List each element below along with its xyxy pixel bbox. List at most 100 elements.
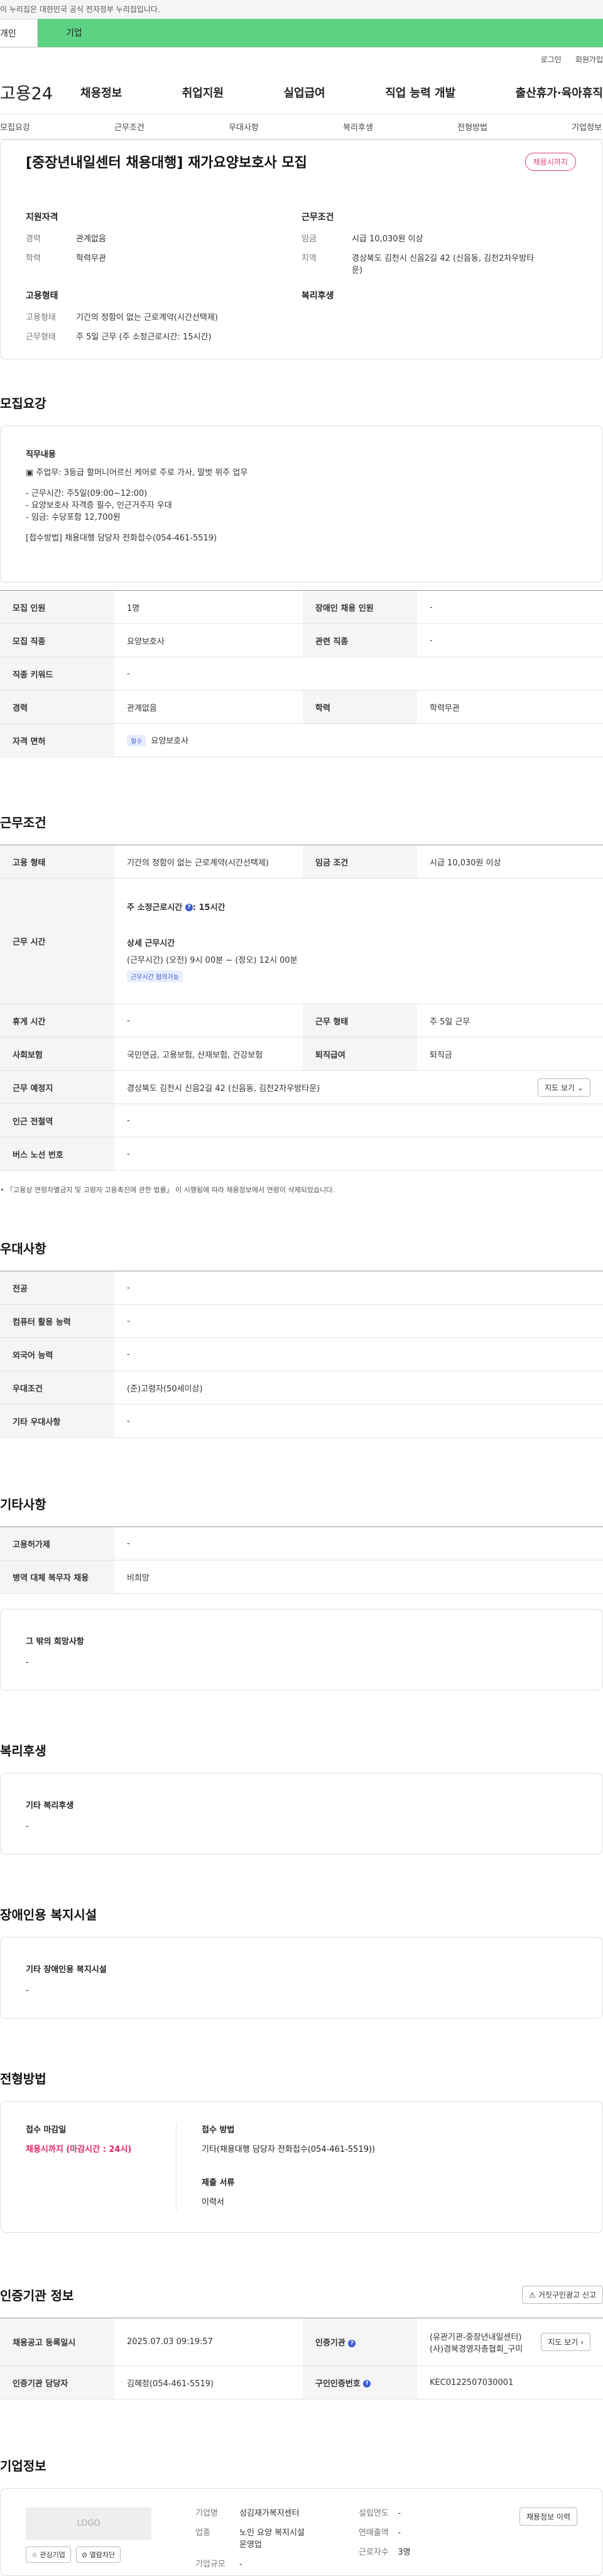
block-view-button[interactable]: ⊘ 열람차단	[75, 2546, 121, 2563]
cond-wage-value: 시급 10,030원 이상	[352, 234, 423, 244]
gnb-item-vocational-training[interactable]: 직업 능력 개발	[385, 84, 455, 101]
facility-box: 기타 장애인용 복지시설 -	[0, 1937, 603, 2019]
gnb-item-unemployment-benefit[interactable]: 실업급여	[284, 84, 325, 101]
table-cell: 학력무관	[417, 690, 603, 724]
cert-map-button[interactable]: 지도 보기 ›	[541, 2333, 590, 2351]
company-logo-col: LOGO ☆ 관심기업 ⊘ 열람차단	[26, 2507, 164, 2563]
duty-line: - 요양보호사 자격증 필수, 인근거주자 우대	[26, 501, 172, 510]
table-header: 임금 조건	[303, 845, 417, 879]
emp-type-label: 고용형태	[26, 313, 56, 322]
section-anchor-nav: 모집요강 근무조건 우대사항 복리후생 전형방법 기업정보	[0, 114, 603, 140]
table-cell: 주 5일 근무	[417, 1004, 603, 1038]
conditions-heading: 근무조건	[302, 212, 334, 222]
cert-section: 인증기관 정보 ⚠ 거짓구인광고 신고 채용공고 등록일시 2025.07.03…	[0, 2233, 603, 2399]
weekly-hours-value: : 15시간	[192, 902, 225, 913]
table-row: 인증기관 담당자 김혜정(054-461-5519) 구인인증번호 ? KEC0…	[0, 2365, 603, 2399]
etc-table: 고용허가제 - 병역 대체 복무자 채용 비희망	[0, 1526, 603, 1594]
company-scale-label: 기업규모	[195, 2560, 225, 2569]
join-link[interactable]: 회원가입	[575, 54, 603, 65]
docs-value: 이력서	[202, 2198, 224, 2207]
company-workers-label: 근로자수	[359, 2548, 389, 2557]
map-view-button[interactable]: 지도 보기 ⌄	[538, 1078, 590, 1097]
info-icon[interactable]: ?	[363, 2380, 371, 2387]
table-row: 휴게 시간 - 근무 형태 주 5일 근무	[0, 1004, 603, 1038]
table-header: 외국어 능력	[0, 1337, 114, 1371]
cert-org-label: 인증기관	[315, 2338, 345, 2348]
report-fake-ad-button[interactable]: ⚠ 거짓구인광고 신고	[522, 2286, 603, 2304]
duty-line: - 임금: 수당포함 12,700원	[26, 513, 121, 522]
table-row: 직종 키워드 -	[0, 657, 603, 691]
table-cell: -	[114, 1271, 603, 1305]
info-icon[interactable]: ?	[348, 2339, 356, 2347]
anchor-recruit[interactable]: 모집요강	[0, 121, 30, 133]
duty-gap	[26, 479, 577, 488]
duty-gap	[26, 523, 577, 532]
welfare-box: 기타 복리후생 -	[0, 1773, 603, 1855]
table-row: 근무 시간 주 소정근로시간 ?: 15시간 상세 근무시간 (근무시간) (오…	[0, 878, 603, 1004]
table-row: 외국어 능력 -	[0, 1337, 603, 1371]
prefer-section: 우대사항 전공 - 컴퓨터 활용 능력 - 외국어 능력 - 우대조건 (준)고령자(5…	[0, 1195, 603, 1438]
anchor-prefer[interactable]: 우대사항	[229, 121, 259, 133]
table-row: 고용허가제 -	[0, 1526, 603, 1560]
table-cell: (준)고령자(50세이상)	[114, 1371, 603, 1405]
qual-edu-label: 학력	[26, 254, 41, 263]
table-cell: 김혜정(054-461-5519)	[114, 2365, 303, 2399]
chevron-down-icon: ⌄	[577, 1083, 584, 1092]
company-industry-label: 업종	[195, 2528, 210, 2538]
table-header: 퇴직급여	[303, 1037, 417, 1071]
cert-title: 인증기관 정보	[0, 2288, 74, 2303]
table-header: 장애인 채용 인원	[303, 590, 417, 624]
site-logo[interactable]: 고용24	[0, 80, 75, 104]
welfare-heading: 복리후생	[302, 291, 334, 301]
hope-box: 그 밖의 희망사항 -	[0, 1609, 603, 1691]
anchor-welfare[interactable]: 복리후생	[343, 121, 373, 133]
age-law-note: • 「고용상 연령차별금지 및 고령자 고용촉진에 관한 법률」 이 시행됨에 …	[0, 1186, 335, 1194]
favorite-label: 관심기업	[40, 2551, 65, 2559]
emp-type-value: 기간의 정함이 없는 근로계약(시간선택제)	[76, 313, 218, 322]
table-row: 자격 면허 필수 요양보호사	[0, 723, 603, 757]
tab-personal[interactable]: 개인	[0, 19, 38, 47]
anchor-process[interactable]: 전형방법	[457, 121, 487, 133]
weekly-hours-label: 주 소정근로시간	[127, 902, 183, 913]
company-info-col1: 기업명 성김재가복지센터 업종 노인 요양 복지시설 운영업 기업규모 -	[164, 2507, 315, 2569]
process-title: 전형방법	[0, 2071, 46, 2086]
utility-nav: 로그인 회원가입	[0, 48, 603, 70]
company-box: LOGO ☆ 관심기업 ⊘ 열람차단 기업명 성김재가복지센터 업종 노인 요양 복…	[0, 2488, 603, 2576]
workplace-address: 경상북도 김천시 신음2길 42 (신음동, 김천2차우방타운)	[127, 1083, 320, 1093]
table-cell: 경상북도 김천시 신음2길 42 (신음동, 김천2차우방타운) 지도 보기 ⌄	[114, 1070, 603, 1104]
table-cell: 비희망	[114, 1560, 603, 1594]
table-row: 채용공고 등록일시 2025.07.03 09:19:57 인증기관 ? (유관…	[0, 2318, 603, 2366]
login-link[interactable]: 로그인	[541, 54, 562, 65]
table-row: 전공 -	[0, 1271, 603, 1305]
gnb-item-parental-leave[interactable]: 출산휴가·육아휴직	[516, 84, 603, 101]
required-tag: 필수	[127, 735, 146, 747]
duty-line: ▣ 주업무: 3등급 할머니어르신 케어로 주로 가사, 말벗 위주 업무	[26, 468, 248, 478]
anchor-work[interactable]: 근무조건	[114, 121, 144, 133]
info-icon[interactable]: ?	[185, 904, 193, 911]
table-cell: -	[114, 1137, 603, 1171]
hope-value: -	[26, 1658, 29, 1667]
cert-map-label: 지도 보기	[548, 2338, 579, 2347]
table-cell: 주 소정근로시간 ?: 15시간 상세 근무시간 (근무시간) (오전) 9시 …	[114, 878, 603, 1004]
hiring-history-button[interactable]: 채용정보 이력	[519, 2507, 577, 2526]
table-header: 기타 우대사항	[0, 1404, 114, 1438]
prefer-title: 우대사항	[0, 1241, 46, 1256]
table-row: 컴퓨터 활용 능력 -	[0, 1304, 603, 1338]
company-scale: -	[239, 2560, 242, 2569]
alert-icon: ⚠	[529, 2291, 536, 2299]
deadline-badge: 채용시까지	[524, 153, 576, 171]
table-header: 구인인증번호 ?	[303, 2365, 417, 2399]
duty-box: 직무내용 ▣ 주업무: 3등급 할머니어르신 케어로 주로 가사, 말벗 위주 …	[0, 425, 603, 583]
table-cell: -	[114, 1304, 603, 1338]
table-cell: -	[114, 1004, 303, 1038]
gnb-item-jobs[interactable]: 채용정보	[80, 84, 122, 101]
table-cell: 시급 10,030원 이상	[417, 845, 603, 879]
table-row: 모집 인원 1명 장애인 채용 인원 -	[0, 590, 603, 624]
emp-shape-label: 근무형태	[26, 332, 56, 342]
anchor-company[interactable]: 기업정보	[572, 121, 602, 133]
tab-company[interactable]: 기업	[38, 19, 603, 47]
block-label: 열람차단	[89, 2551, 116, 2559]
favorite-company-button[interactable]: ☆ 관심기업	[26, 2546, 71, 2563]
gnb-item-employment-support[interactable]: 취업지원	[182, 84, 224, 101]
work-title: 근무조건	[0, 815, 46, 830]
